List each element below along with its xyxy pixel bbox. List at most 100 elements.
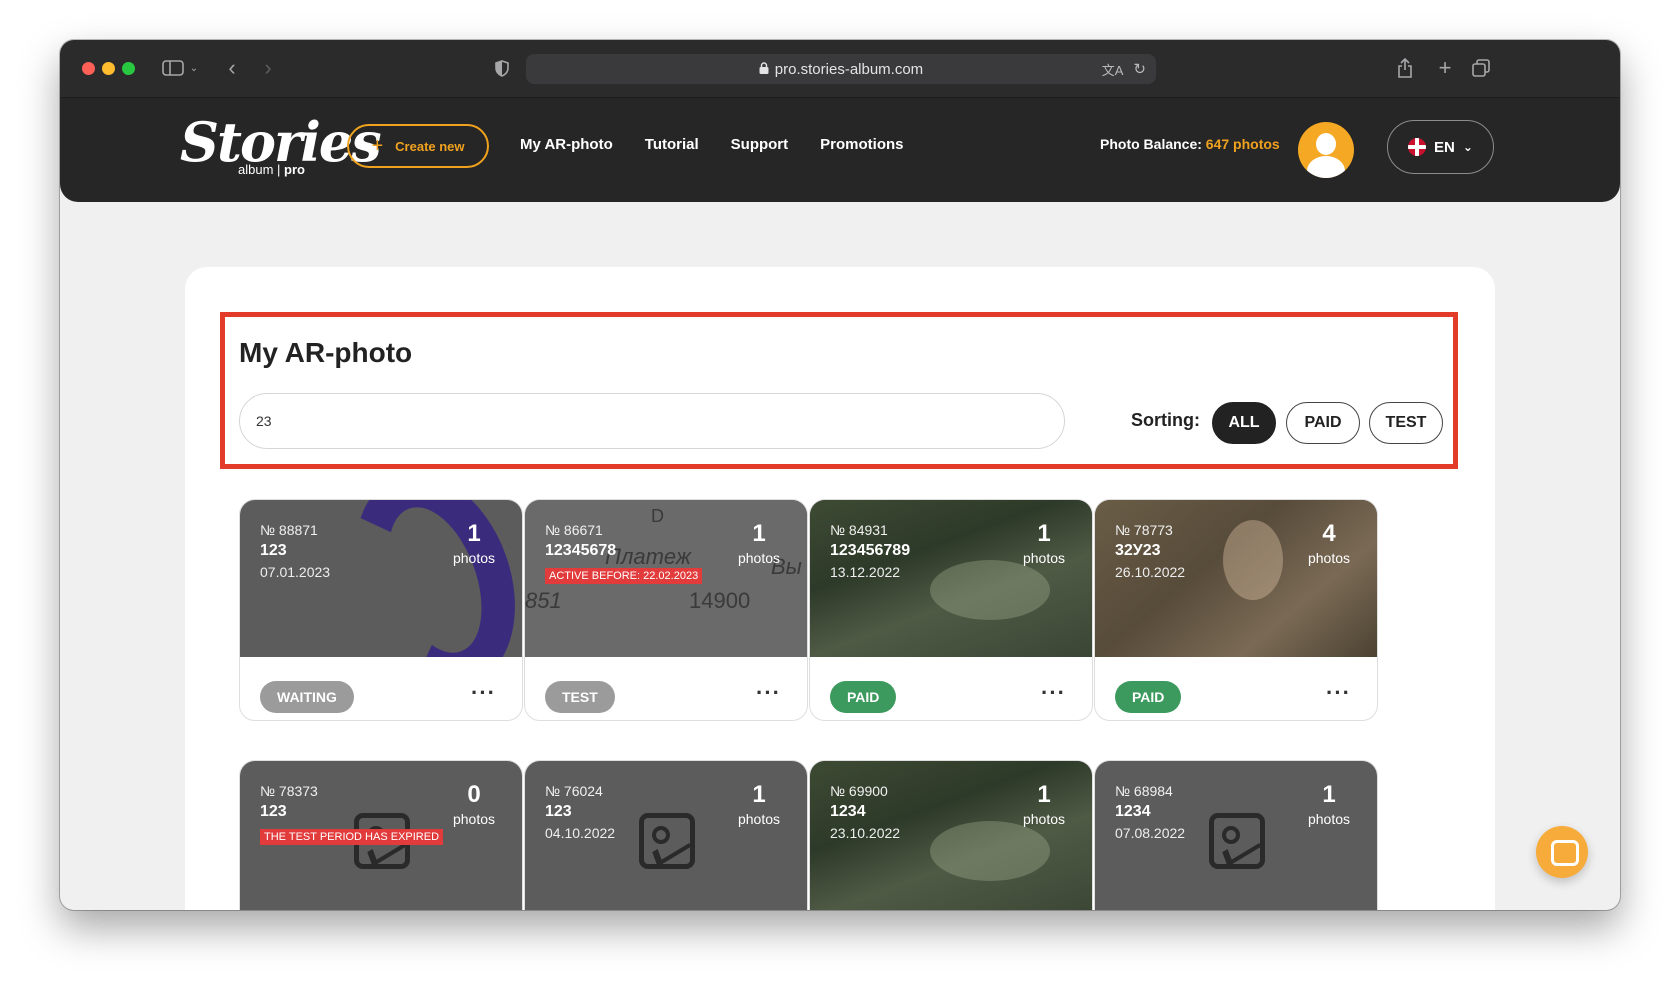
card-name: 123 <box>260 803 287 820</box>
sheet-text: Платеж <box>605 544 692 569</box>
card-thumbnail: № 76024 123 04.10.2022 1 photos <box>525 761 807 910</box>
warning-label: ACTIVE BEFORE: 22.02.2023 <box>545 568 703 584</box>
sidebar-toggle-icon[interactable]: ⌄ <box>160 54 200 82</box>
photo-count: 1 photos <box>729 781 789 827</box>
translate-icon[interactable]: 文A <box>1102 60 1124 79</box>
photo-count-unit: photos <box>1307 550 1351 566</box>
url-text: pro.stories-album.com <box>774 60 924 78</box>
image-placeholder-icon <box>639 813 695 869</box>
nav-item-my-ar-photo[interactable]: My AR-photo <box>520 136 613 153</box>
nav-item-tutorial[interactable]: Tutorial <box>645 136 699 153</box>
album-card[interactable]: № 78373 123 THE TEST PERIOD HAS EXPIRED … <box>239 760 523 910</box>
site-header: Stories album | pro + Create new My AR-p… <box>60 98 1620 202</box>
logo-subtitle: album | pro <box>238 162 305 177</box>
card-number: № 86671 <box>545 522 603 538</box>
photo-count-unit: photos <box>1022 811 1066 827</box>
zoom-window-button[interactable] <box>122 62 135 75</box>
image-placeholder-icon <box>1209 813 1265 869</box>
photo-count: 4 photos <box>1299 520 1359 566</box>
card-date: 07.01.2023 <box>260 564 331 580</box>
photo-count: 1 photos <box>1299 781 1359 827</box>
card-thumbnail: № 88871 123 07.01.2023 1 photos <box>240 500 522 657</box>
status-badge: PAID <box>830 681 897 713</box>
address-bar[interactable]: pro.stories-album.com 文A ↻ <box>526 54 1156 84</box>
filter-paid-button[interactable]: PAID <box>1286 402 1360 444</box>
card-number: № 76024 <box>545 783 603 799</box>
main-nav: My AR-photo Tutorial Support Promotions <box>520 136 904 153</box>
album-card[interactable]: № 68984 1234 07.08.2022 1 photos <box>1094 760 1378 910</box>
close-window-button[interactable] <box>82 62 95 75</box>
filter-test-button[interactable]: TEST <box>1369 402 1443 444</box>
card-name: 123456789 <box>830 542 911 559</box>
avatar[interactable] <box>1298 122 1354 178</box>
photo-count-value: 1 <box>1037 520 1051 547</box>
card-name: 12345678 <box>545 542 617 559</box>
photo-count-value: 1 <box>752 520 766 547</box>
card-footer: TEST ··· <box>525 657 807 720</box>
card-number: № 88871 <box>260 522 318 538</box>
shield-icon[interactable] <box>490 54 514 82</box>
status-badge: WAITING <box>260 681 354 713</box>
thumbnail-light <box>930 560 1050 620</box>
reload-icon[interactable]: ↻ <box>1133 60 1146 79</box>
photo-count: 1 photos <box>444 520 504 566</box>
uk-flag-icon <box>1408 138 1427 156</box>
balance-value: 647 photos <box>1205 136 1280 152</box>
album-card[interactable]: D Платеж Вы 851 14900 № 86671 12345678 A… <box>524 499 808 721</box>
stories-logo[interactable]: Stories album | pro <box>180 110 382 186</box>
card-name: 123 <box>260 542 287 559</box>
card-date: 07.08.2022 <box>1115 825 1186 841</box>
card-number: № 78373 <box>260 783 318 799</box>
photo-count-unit: photos <box>1307 811 1351 827</box>
forward-arrow-icon[interactable]: › <box>256 54 280 82</box>
nav-item-support[interactable]: Support <box>731 136 789 153</box>
create-new-button[interactable]: + Create new <box>347 124 489 168</box>
album-card[interactable]: № 76024 123 04.10.2022 1 photos <box>524 760 808 910</box>
minimize-window-button[interactable] <box>102 62 115 75</box>
photo-count-value: 1 <box>1037 781 1051 808</box>
logo-pro-text: pro <box>284 162 305 177</box>
photo-count-value: 0 <box>467 781 481 808</box>
photo-count-unit: photos <box>452 811 496 827</box>
back-arrow-icon[interactable]: ‹ <box>220 54 244 82</box>
card-number: № 68984 <box>1115 783 1173 799</box>
album-card[interactable]: № 88871 123 07.01.2023 1 photos WAITING ·… <box>239 499 523 721</box>
photo-count: 1 photos <box>1014 781 1074 827</box>
photo-count-value: 1 <box>752 781 766 808</box>
card-footer: WAITING ··· <box>240 657 522 720</box>
tab-overview-icon[interactable] <box>1468 54 1494 82</box>
photo-count: 0 photos <box>444 781 504 827</box>
card-thumbnail: № 78773 32У23 26.10.2022 4 photos <box>1095 500 1377 657</box>
album-card[interactable]: № 78773 32У23 26.10.2022 4 photos PAID ··… <box>1094 499 1378 721</box>
lock-icon <box>759 61 769 78</box>
card-thumbnail: D Платеж Вы 851 14900 № 86671 12345678 A… <box>525 500 807 657</box>
card-date: 26.10.2022 <box>1115 564 1186 580</box>
nav-item-promotions[interactable]: Promotions <box>820 136 903 153</box>
album-card[interactable]: № 69900 1234 23.10.2022 1 photos <box>809 760 1093 910</box>
card-number: № 69900 <box>830 783 888 799</box>
share-icon[interactable] <box>1392 54 1418 82</box>
photo-count: 1 photos <box>729 520 789 566</box>
album-card[interactable]: № 84931 123456789 13.12.2022 1 photos PAI… <box>809 499 1093 721</box>
photo-count-value: 1 <box>467 520 481 547</box>
card-number: № 78773 <box>1115 522 1173 538</box>
sheet-text: 14900 <box>689 588 751 613</box>
search-input[interactable] <box>239 393 1065 449</box>
create-new-label: Create new <box>395 138 465 154</box>
filter-all-button[interactable]: ALL <box>1212 402 1276 444</box>
card-name: 32У23 <box>1115 542 1161 559</box>
warning-label: THE TEST PERIOD HAS EXPIRED <box>260 829 444 845</box>
card-thumbnail: № 84931 123456789 13.12.2022 1 photos <box>810 500 1092 657</box>
browser-toolbar: ⌄ ‹ › pro.stories-album.com 文A ↻ + <box>60 40 1620 98</box>
photo-count-value: 4 <box>1322 520 1336 547</box>
chat-support-icon[interactable] <box>1536 826 1588 878</box>
plus-icon: + <box>371 135 384 157</box>
photo-balance: Photo Balance: 647 photos <box>1100 136 1280 152</box>
card-footer: PAID ··· <box>1095 657 1377 720</box>
photo-count-unit: photos <box>737 550 781 566</box>
photo-count-unit: photos <box>452 550 496 566</box>
new-tab-icon[interactable]: + <box>1432 54 1458 82</box>
status-badge: PAID <box>1115 681 1182 713</box>
language-selector[interactable]: EN ⌄ <box>1387 120 1494 174</box>
card-date: 23.10.2022 <box>830 825 901 841</box>
